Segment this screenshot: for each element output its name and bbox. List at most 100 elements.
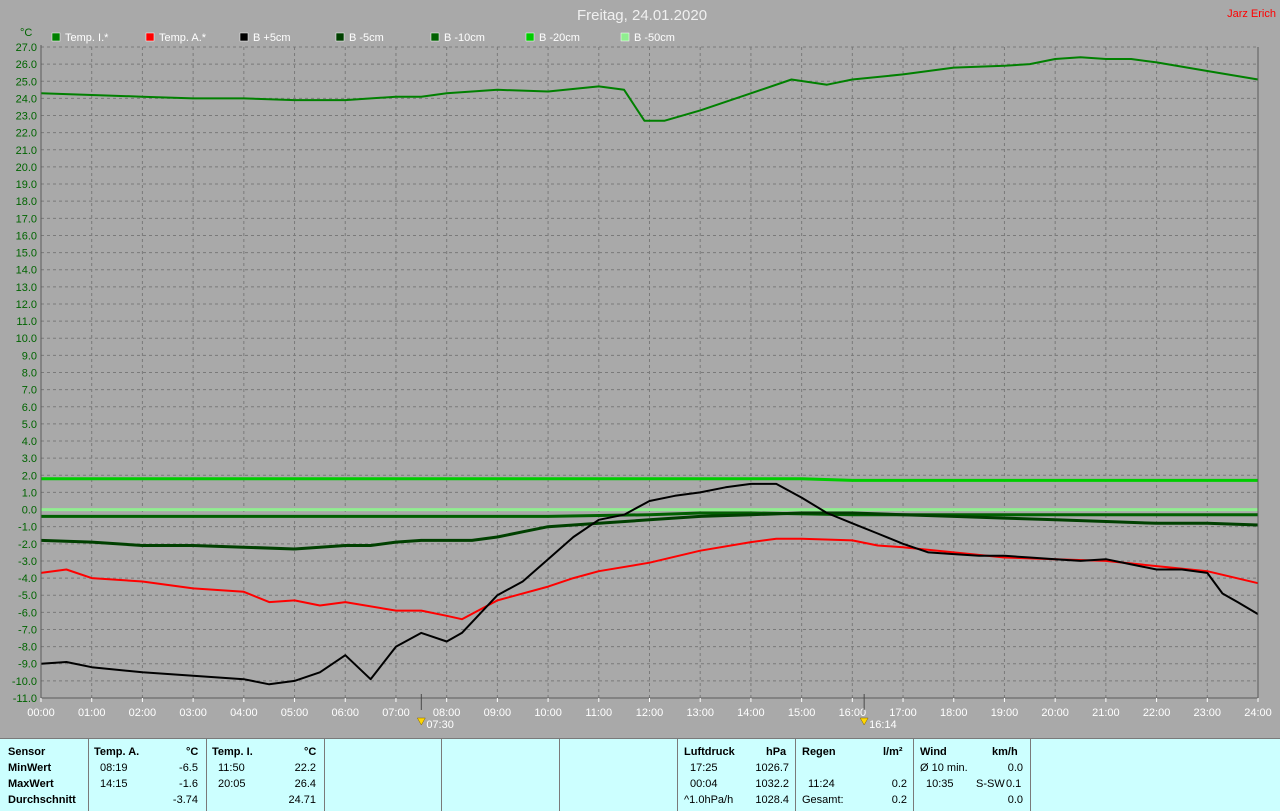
x-tick-label: 24:00 — [1244, 707, 1272, 719]
y-tick-label: 13.0 — [16, 282, 37, 294]
legend-label: B -10cm — [444, 32, 485, 44]
y-tick-label: 27.0 — [16, 42, 37, 54]
y-tick-label: -11.0 — [13, 693, 37, 705]
y-unit-label: °C — [20, 27, 32, 39]
x-tick-label: 00:00 — [27, 707, 55, 719]
y-tick-label: 5.0 — [22, 419, 37, 431]
legend: Temp. I.* Temp. A.* B +5cm B -5cm B -10cm B -… — [51, 32, 675, 44]
wind-avg-label: Ø 10 min. — [920, 762, 968, 774]
legend-label: B +5cm — [253, 32, 291, 44]
x-tick-label: 07:00 — [382, 707, 410, 719]
y-tick-label: 8.0 — [22, 368, 37, 380]
rain-unit: l/m² — [883, 746, 903, 758]
row-label-avg: Durchschnitt — [8, 794, 76, 806]
y-tick-label: 14.0 — [16, 265, 37, 277]
separator — [206, 739, 207, 811]
chart-title: Freitag, 24.01.2020 — [577, 7, 707, 24]
sunset-icon — [859, 717, 869, 726]
y-tick-label: -8.0 — [18, 642, 37, 654]
x-tick-label: 03:00 — [179, 707, 207, 719]
x-tick-label: 19:00 — [991, 707, 1019, 719]
wind-unit: km/h — [992, 746, 1018, 758]
legend-swatch — [51, 32, 61, 42]
wind-max-direction: S-SW — [976, 778, 1005, 790]
x-tick-label: 11:00 — [585, 707, 612, 719]
legend-label: B -50cm — [634, 32, 675, 44]
temp-i-average: 24.71 — [288, 794, 316, 806]
y-tick-label: 12.0 — [16, 299, 37, 311]
rain-total-label: Gesamt: — [802, 794, 844, 806]
row-label-min: MinWert — [8, 762, 52, 774]
y-tick-label: 9.0 — [22, 350, 37, 362]
legend-label: B -20cm — [539, 32, 580, 44]
x-tick-label: 15:00 — [788, 707, 816, 719]
separator — [441, 739, 442, 811]
x-tick-label: 08:00 — [433, 707, 461, 719]
y-tick-label: 21.0 — [16, 145, 37, 157]
pressure-trend-label: ^1.0hPa/h — [684, 794, 734, 806]
pressure-header: Luftdruck — [684, 746, 735, 758]
y-tick-label: -4.0 — [18, 573, 37, 585]
temp-a-average: -3.74 — [172, 794, 198, 806]
wind-max-value: 0.1 — [1006, 778, 1022, 790]
y-tick-label: -2.0 — [18, 539, 37, 551]
separator — [677, 739, 678, 811]
y-tick-label: -9.0 — [18, 659, 37, 671]
y-tick-label: -6.0 — [18, 607, 37, 619]
y-tick-label: 6.0 — [22, 402, 37, 414]
y-tick-label: 24.0 — [16, 93, 37, 105]
x-tick-label: 17:00 — [889, 707, 917, 719]
y-tick-label: 18.0 — [16, 196, 37, 208]
chart: Freitag, 24.01.2020 Jarz Erich °C Temp. … — [12, 7, 1276, 731]
y-tick-label: -1.0 — [18, 522, 37, 534]
y-tick-label: -7.0 — [18, 624, 37, 636]
x-tick-label: 05:00 — [281, 707, 309, 719]
temp-a-max-time: 14:15 — [100, 778, 128, 790]
separator — [913, 739, 914, 811]
temp-i-max-value: 26.4 — [294, 778, 316, 790]
separator — [324, 739, 325, 811]
legend-label: Temp. I.* — [65, 32, 109, 44]
temp-i-header: Temp. I. — [212, 746, 253, 758]
x-tick-label: 14:00 — [737, 707, 765, 719]
sunrise-icon — [416, 717, 426, 726]
rain-header: Regen — [802, 746, 836, 758]
wind-header: Wind — [920, 746, 947, 758]
temp-i-min-value: 22.2 — [294, 762, 316, 774]
pressure-current-value: 1028.4 — [755, 794, 789, 806]
x-tick-label: 12:00 — [636, 707, 664, 719]
pressure-min-value: 1026.7 — [755, 762, 789, 774]
x-tick-label: 18:00 — [940, 707, 968, 719]
sensor-header: Sensor — [8, 746, 46, 758]
legend-label: B -5cm — [349, 32, 384, 44]
sun-marker-time: 16:14 — [869, 719, 897, 731]
y-tick-label: 10.0 — [16, 333, 37, 345]
x-tick-label: 16:00 — [839, 707, 867, 719]
y-tick-label: 7.0 — [22, 385, 37, 397]
y-tick-label: 2.0 — [22, 470, 37, 482]
y-tick-label: 15.0 — [16, 248, 37, 260]
y-tick-label: -5.0 — [18, 590, 37, 602]
row-label-max: MaxWert — [8, 778, 54, 790]
legend-swatch — [430, 32, 440, 42]
y-tick-label: 26.0 — [16, 59, 37, 71]
sun-marker-time: 07:30 — [426, 719, 454, 731]
temp-a-header: Temp. A. — [94, 746, 140, 758]
temp-i-min-time: 11:50 — [218, 762, 245, 774]
x-tick-label: 23:00 — [1194, 707, 1222, 719]
y-tick-label: 4.0 — [22, 436, 37, 448]
temp-i-unit: °C — [304, 746, 317, 758]
pressure-min-time: 17:25 — [690, 762, 718, 774]
pressure-max-time: 00:04 — [690, 778, 718, 790]
temp-i-max-time: 20:05 — [218, 778, 246, 790]
separator — [795, 739, 796, 811]
legend-swatch — [145, 32, 155, 42]
x-tick-label: 10:00 — [534, 707, 562, 719]
wind-current-value: 0.0 — [1007, 794, 1023, 806]
rain-max-time: 11:24 — [808, 778, 835, 790]
x-tick-label: 13:00 — [686, 707, 714, 719]
x-tick-label: 02:00 — [129, 707, 157, 719]
y-tick-label: 20.0 — [16, 162, 37, 174]
pressure-unit: hPa — [766, 746, 787, 758]
rain-max-value: 0.2 — [891, 778, 907, 790]
